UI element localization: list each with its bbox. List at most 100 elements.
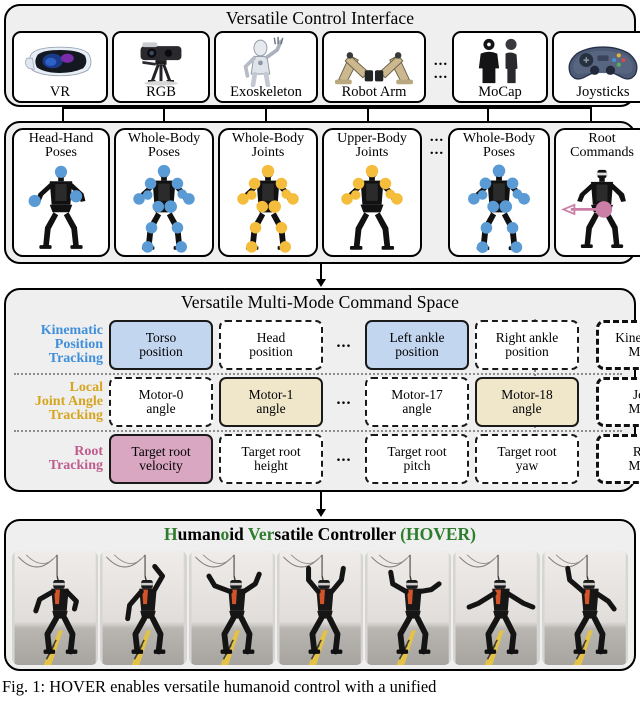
- label-line: Kinematic: [40, 323, 103, 338]
- figure-caption: Fig. 1: HOVER enables versatile humanoid…: [2, 677, 437, 696]
- command-space-panel: Versatile Multi-Mode Command Space Kinem…: [4, 288, 640, 492]
- pose-representation-panel: Head-Hand Poses Whole-Body Poses Whole-Bod…: [4, 121, 640, 264]
- hover-controller-panel: Humanoid Versatile Controller (HOVER): [4, 519, 636, 671]
- robot-arm-icon: [324, 35, 424, 87]
- pose-label: Whole-Body Poses: [127, 131, 201, 161]
- hover-title-accent: o: [220, 524, 230, 544]
- command-chip-unselected[interactable]: Motor-0 angle: [109, 377, 213, 427]
- command-row-ellipsis: ...: [336, 391, 352, 408]
- pose-card-2[interactable]: Whole-Body Joints: [218, 128, 318, 257]
- hover-title: Humanoid Versatile Controller (HOVER): [6, 521, 634, 544]
- connector-line: [320, 492, 322, 510]
- label-line: Tracking: [48, 408, 103, 423]
- device-label: RGB: [146, 83, 176, 100]
- device-card-rgb[interactable]: RGB: [112, 31, 210, 103]
- device-card-row: VR RGB Exoskeleton Robot Arm...... MoCap Joys…: [12, 31, 640, 103]
- device-label: Exoskeleton: [230, 83, 302, 100]
- pose-card-5[interactable]: Root Commands: [554, 128, 640, 257]
- hover-title-text: uman: [177, 524, 221, 544]
- connector-line: [320, 264, 322, 280]
- label-line: Tracking: [48, 458, 103, 473]
- device-label: VR: [49, 83, 71, 100]
- pose-label: Whole-Body Joints: [231, 131, 305, 161]
- device-label: Joysticks: [576, 83, 630, 100]
- command-chip-unselected[interactable]: Motor-17 angle: [365, 377, 469, 427]
- hover-title-accent: Ver: [247, 524, 275, 544]
- pose-card-4[interactable]: Whole-Body Poses: [448, 128, 550, 257]
- pose-label: Whole-Body Poses: [462, 131, 536, 161]
- devices-ellipsis: ......: [430, 31, 452, 103]
- command-chip-unselected[interactable]: Target root yaw: [475, 434, 579, 484]
- device-card-vr[interactable]: VR: [12, 31, 108, 103]
- pose-label: Root Commands: [570, 131, 634, 161]
- ellipsis-line: ...: [429, 142, 445, 158]
- humanoid-robot-motion-frame: [365, 551, 452, 665]
- arrow-head: [316, 279, 326, 287]
- pose-label: Head-Hand Poses: [28, 131, 94, 161]
- devices-title: Versatile Control Interface: [225, 8, 415, 28]
- device-label: Robot Arm: [341, 83, 407, 100]
- exoskeleton-icon: [216, 35, 316, 88]
- rgb-camera-icon: [114, 35, 208, 87]
- device-card-robot-arm[interactable]: Robot Arm: [322, 31, 426, 103]
- command-chip-unselected[interactable]: Right ankle position: [475, 320, 579, 370]
- ellipsis-line: ...: [429, 129, 445, 145]
- label-line: Tracking: [48, 351, 103, 366]
- humanoid-figure-root: [556, 164, 640, 253]
- gamepad-icon: [554, 35, 640, 87]
- pose-label: Upper-Body Joints: [337, 131, 407, 161]
- command-chip-selected[interactable]: Torso position: [109, 320, 213, 370]
- mocap-suit-icon: [454, 35, 546, 87]
- pose-card-0[interactable]: Head-Hand Poses: [12, 128, 110, 257]
- humanoid-robot-motion-frame: [453, 551, 540, 665]
- command-chip-unselected[interactable]: Head position: [219, 320, 323, 370]
- command-chip-selected[interactable]: Target root velocity: [109, 434, 213, 484]
- command-row-0: Kinematic Position Tracking Torso position H…: [6, 317, 640, 373]
- hover-title-text: satile Controller: [274, 524, 401, 544]
- command-row-2: Root Tracking Target root velocity Target r…: [6, 431, 640, 487]
- device-label: MoCap: [478, 83, 522, 100]
- poses-ellipsis: ......: [426, 128, 448, 257]
- hover-title-accent: H: [164, 524, 178, 544]
- ellipsis-line: ...: [433, 65, 449, 82]
- command-space-grid: Kinematic Position Tracking Torso position H…: [6, 317, 640, 487]
- mask-chip[interactable]: Root Masks: [596, 434, 640, 484]
- command-chip-selected[interactable]: Motor-1 angle: [219, 377, 323, 427]
- humanoid-figure-whole-body: [450, 164, 548, 253]
- command-row-label: Local Joint Angle Tracking: [6, 374, 106, 430]
- humanoid-robot-motion-frame: [276, 551, 364, 665]
- humanoid-figure-whole-body: [220, 164, 316, 253]
- device-card-exoskeleton[interactable]: Exoskeleton: [214, 31, 318, 103]
- mask-chip[interactable]: Kinematics Masks: [596, 320, 640, 370]
- label-line: Position: [54, 337, 103, 352]
- humanoid-figure-whole-body: [116, 164, 212, 253]
- command-row-1: Local Joint Angle Tracking Motor-0 angle Mot…: [6, 374, 640, 430]
- pose-card-3[interactable]: Upper-Body Joints: [322, 128, 422, 257]
- pose-card-1[interactable]: Whole-Body Poses: [114, 128, 214, 257]
- command-chip-unselected[interactable]: Target root height: [219, 434, 323, 484]
- command-chip-unselected[interactable]: Target root pitch: [365, 434, 469, 484]
- arrow-head: [316, 509, 326, 517]
- label-line: Root: [74, 444, 103, 459]
- mask-chip[interactable]: Joint Masks: [596, 377, 640, 427]
- command-chip-selected[interactable]: Left ankle position: [365, 320, 469, 370]
- humanoid-robot-motion-frame: [100, 551, 187, 665]
- hover-title-accent: (HOVER): [400, 524, 476, 544]
- hover-title-text: id: [229, 524, 248, 544]
- humanoid-robot-motion-frame: [541, 551, 628, 665]
- vr-headset-icon: [14, 35, 106, 87]
- versatile-control-interface-panel: Versatile Control Interface VR RGB Exoskel…: [4, 4, 640, 107]
- device-card-joysticks[interactable]: Joysticks: [552, 31, 640, 103]
- humanoid-robot-motion-frame: [188, 551, 275, 665]
- device-card-mocap[interactable]: MoCap: [452, 31, 548, 103]
- pose-card-row: Head-Hand Poses Whole-Body Poses Whole-Bod…: [12, 128, 640, 257]
- label-line: Local: [69, 380, 103, 395]
- robot-photo-strip: [12, 551, 628, 665]
- label-line: Joint Angle: [34, 394, 103, 409]
- command-chip-selected[interactable]: Motor-18 angle: [475, 377, 579, 427]
- command-row-ellipsis: ...: [336, 334, 352, 351]
- ellipsis-line: ...: [433, 52, 449, 69]
- humanoid-figure-head-hand: [14, 164, 108, 253]
- command-space-title: Versatile Multi-Mode Command Space: [181, 292, 459, 312]
- command-row-label: Kinematic Position Tracking: [6, 317, 106, 373]
